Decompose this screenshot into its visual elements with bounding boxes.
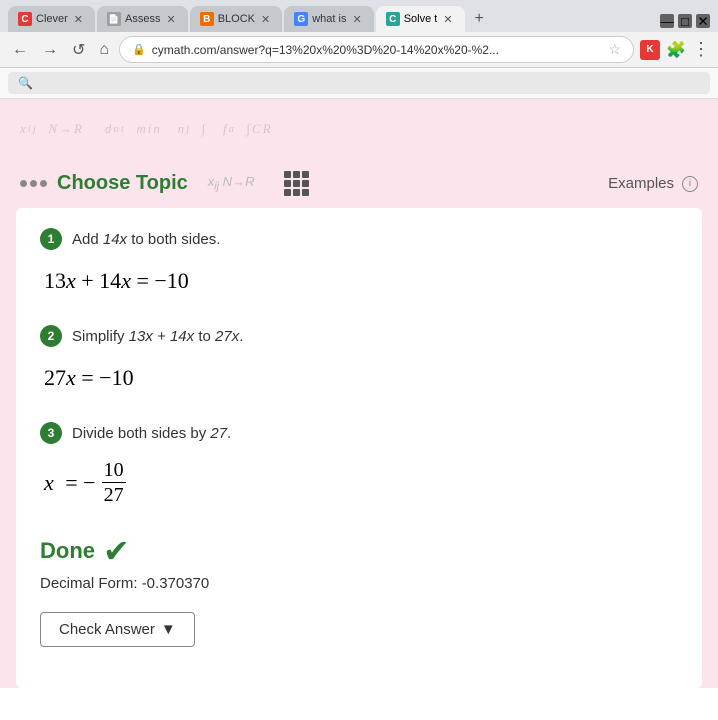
minimize-button[interactable]: — — [660, 14, 674, 28]
step-3-block: 3 Divide both sides by 27. x = − 10 27 — [40, 422, 678, 507]
math-solution-area: 1 Add 14x to both sides. 13x + 14x = −10… — [16, 208, 702, 688]
add-tab-button[interactable]: + — [467, 6, 492, 32]
browser-menu-button[interactable]: ⋮ — [692, 39, 710, 60]
block-favicon: B — [200, 12, 214, 26]
step-2-number: 2 — [40, 325, 62, 347]
tab-solve-close[interactable]: ✕ — [441, 13, 454, 26]
tab-block-title: BLOCK — [218, 13, 255, 25]
choose-topic-label[interactable]: Choose Topic — [57, 172, 188, 195]
step-2-expression: 27x = −10 — [44, 361, 678, 394]
page-header: Choose Topic xij N→R Examples i — [0, 159, 718, 208]
back-button[interactable]: ← — [8, 39, 32, 61]
math-decoration-text: xij N→R — [208, 174, 255, 193]
home-button[interactable]: ⌂ — [95, 39, 113, 61]
step-1-number: 1 — [40, 228, 62, 250]
check-answer-label: Check Answer — [59, 621, 155, 638]
extension-puzzle[interactable]: 🧩 — [666, 40, 686, 60]
examples-label[interactable]: Examples — [608, 175, 674, 192]
close-button[interactable]: ✕ — [696, 14, 710, 28]
address-row: ← → ↺ ⌂ 🔒 cymath.com/answer?q=13%20x%20%… — [0, 32, 718, 68]
fraction-denominator: 27 — [102, 483, 126, 507]
toolbar-row: 🔍 — [0, 68, 718, 99]
check-answer-arrow-icon: ▼ — [161, 621, 176, 638]
step-2-header: 2 Simplify 13x + 14x to 27x. — [40, 325, 678, 347]
decimal-form-label: Decimal Form: — [40, 575, 138, 592]
tabs-row: C Clever ✕ 📄 Assess ✕ B BLOCK ✕ G what i… — [8, 6, 710, 32]
solve-favicon: C — [386, 12, 400, 26]
tab-clever[interactable]: C Clever ✕ — [8, 6, 95, 32]
whatis-favicon: G — [294, 12, 308, 26]
decimal-form-row: Decimal Form: -0.370370 — [40, 575, 678, 592]
tab-assess[interactable]: 📄 Assess ✕ — [97, 6, 188, 32]
bookmark-icon[interactable]: ☆ — [608, 41, 621, 58]
grid-view-icon[interactable] — [284, 171, 309, 196]
tab-assess-title: Assess — [125, 13, 160, 25]
browser-chrome: C Clever ✕ 📄 Assess ✕ B BLOCK ✕ G what i… — [0, 0, 718, 99]
assess-favicon: 📄 — [107, 12, 121, 26]
header-right: Examples i — [608, 175, 698, 192]
check-answer-button[interactable]: Check Answer ▼ — [40, 612, 195, 647]
step-1-block: 1 Add 14x to both sides. 13x + 14x = −10 — [40, 228, 678, 297]
tab-whatis[interactable]: G what is ✕ — [284, 6, 373, 32]
step-3-header: 3 Divide both sides by 27. — [40, 422, 678, 444]
math-background-decoration: xij N→R dot min nj ∫ fa ∫CR — [0, 99, 718, 159]
tab-solve-title: Solve t — [404, 13, 438, 25]
refresh-button[interactable]: ↺ — [68, 38, 89, 62]
info-icon[interactable]: i — [682, 176, 698, 192]
tab-block[interactable]: B BLOCK ✕ — [190, 6, 283, 32]
step-1-expression: 13x + 14x = −10 — [44, 264, 678, 297]
tab-solve[interactable]: C Solve t ✕ — [376, 6, 465, 32]
dots-icon[interactable] — [20, 180, 47, 187]
tab-block-close[interactable]: ✕ — [259, 13, 272, 26]
tab-assess-close[interactable]: ✕ — [164, 13, 177, 26]
tabs-bar: C Clever ✕ 📄 Assess ✕ B BLOCK ✕ G what i… — [0, 0, 718, 32]
step-3-description: Divide both sides by 27. — [72, 425, 231, 442]
forward-button[interactable]: → — [38, 39, 62, 61]
clever-favicon: C — [18, 12, 32, 26]
fraction-numerator: 10 — [102, 458, 126, 483]
step-1-header: 1 Add 14x to both sides. — [40, 228, 678, 250]
step-3-expression: x = − 10 27 — [44, 458, 678, 507]
checkmark-icon: ✔ — [103, 535, 130, 567]
step-2-block: 2 Simplify 13x + 14x to 27x. 27x = −10 — [40, 325, 678, 394]
tab-clever-title: Clever — [36, 13, 68, 25]
done-label: Done — [40, 538, 95, 564]
address-bar[interactable]: 🔒 cymath.com/answer?q=13%20x%20%3D%20-14… — [119, 36, 634, 63]
extension-kiwi[interactable]: K — [640, 40, 660, 60]
step-3-number: 3 — [40, 422, 62, 444]
toolbar-search-icon: 🔍 — [18, 76, 33, 90]
tab-whatis-title: what is — [312, 13, 346, 25]
toolbar-search[interactable]: 🔍 — [8, 72, 710, 94]
maximize-button[interactable]: □ — [678, 14, 692, 28]
tab-whatis-close[interactable]: ✕ — [350, 13, 363, 26]
done-row: Done ✔ — [40, 535, 678, 567]
tab-clever-close[interactable]: ✕ — [72, 13, 85, 26]
step-1-description: Add 14x to both sides. — [72, 231, 220, 248]
step-2-description: Simplify 13x + 14x to 27x. — [72, 328, 243, 345]
page-content: xij N→R dot min nj ∫ fa ∫CR Choose Topic… — [0, 99, 718, 688]
fraction-display: 10 27 — [102, 458, 126, 507]
header-left: Choose Topic xij N→R — [20, 171, 309, 196]
address-text: cymath.com/answer?q=13%20x%20%3D%20-14%2… — [152, 43, 603, 57]
decimal-form-value: -0.370370 — [142, 575, 210, 592]
lock-icon: 🔒 — [132, 43, 146, 56]
